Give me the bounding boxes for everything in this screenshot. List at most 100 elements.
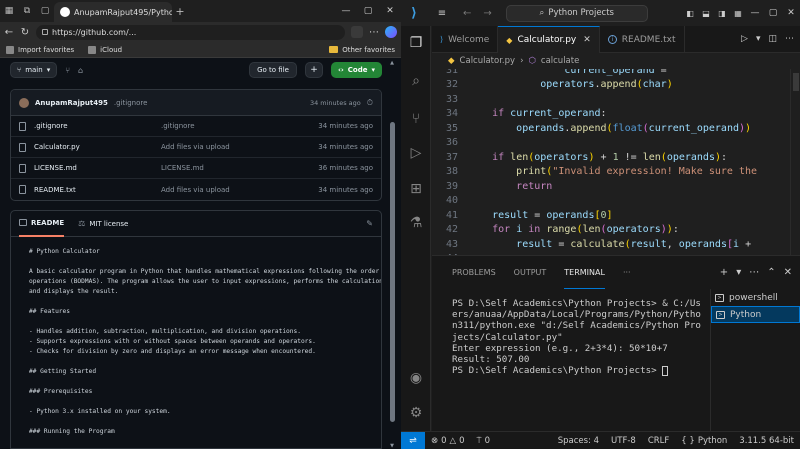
close-icon[interactable]: ✕ (583, 35, 591, 45)
more-tabs-icon[interactable]: ··· (623, 256, 631, 289)
tab-actions-icon[interactable]: ▢ (36, 0, 54, 22)
search-icon[interactable]: ⌕ (407, 72, 425, 90)
code-line[interactable]: 33 (432, 93, 800, 107)
scroll-down-icon[interactable]: ▼ (389, 443, 395, 449)
code-line[interactable]: 31 current_operand = (432, 69, 800, 78)
go-to-file-button[interactable]: Go to file (249, 62, 297, 78)
split-editor-icon[interactable]: ◫ (768, 34, 777, 44)
more-actions-icon[interactable]: ⋯ (785, 34, 794, 44)
code-line[interactable]: 36 (432, 136, 800, 150)
toggle-secondary-sidebar-icon[interactable]: ◨ (714, 9, 730, 18)
workspaces-icon[interactable]: ⧉ (18, 0, 36, 22)
terminal-item-python[interactable]: > Python (711, 306, 800, 323)
chevron-down-icon[interactable]: ▾ (736, 267, 741, 278)
code-line[interactable]: 34 if current_operand: (432, 107, 800, 121)
extension-icon[interactable] (351, 26, 363, 38)
commit-author[interactable]: AnupamRajput495 (35, 99, 108, 107)
minimize-icon[interactable]: — (746, 8, 764, 18)
extensions-icon[interactable]: ⊞ (407, 180, 425, 198)
tab-output[interactable]: OUTPUT (514, 256, 547, 289)
code-line[interactable]: 42 for i in range(len(operators)): (432, 223, 800, 237)
explorer-icon[interactable]: ❐ (407, 34, 425, 52)
close-icon[interactable]: ✕ (379, 0, 401, 22)
manage-gear-icon[interactable]: ⚙ (407, 404, 425, 422)
more-icon[interactable]: ⋯ (369, 27, 379, 38)
editor-scrollbar[interactable] (790, 69, 800, 255)
scroll-up-icon[interactable]: ▲ (389, 60, 395, 66)
url-field[interactable]: https://github.com/... (36, 24, 345, 40)
terminal-item-powershell[interactable]: > powershell (711, 289, 800, 306)
branches-icon[interactable]: ⑂ (65, 66, 70, 75)
customize-layout-icon[interactable]: ▦ (730, 9, 746, 18)
file-commit-message[interactable]: Add files via upload (161, 186, 318, 194)
page-scrollbar[interactable]: ▲ ▼ (388, 60, 396, 449)
maximize-icon[interactable]: ▢ (764, 8, 782, 18)
code-line[interactable]: 37 if len(operators) + 1 != len(operands… (432, 151, 800, 165)
file-name[interactable]: README.txt (34, 186, 161, 194)
tab-terminal[interactable]: TERMINAL (564, 256, 605, 289)
code-line[interactable]: 40 (432, 194, 800, 208)
toggle-sidebar-icon[interactable]: ◧ (682, 9, 698, 18)
indentation-status[interactable]: Spaces: 4 (552, 436, 605, 446)
file-row[interactable]: .gitignore .gitignore 34 minutes ago (11, 116, 381, 137)
add-file-button[interactable]: + (304, 62, 323, 78)
commit-message[interactable]: .gitignore (114, 99, 148, 107)
edit-icon[interactable]: ✎ (366, 219, 373, 228)
copilot-icon[interactable] (385, 26, 397, 38)
breadcrumb-file[interactable]: Calculator.py (460, 56, 516, 66)
tab-welcome[interactable]: ⟩ Welcome (432, 26, 499, 53)
file-row[interactable]: Calculator.py Add files via upload 34 mi… (11, 137, 381, 158)
close-icon[interactable]: ✕ (782, 8, 800, 18)
favorite-icloud[interactable]: iCloud (88, 45, 122, 54)
code-line[interactable]: 41 result = operands[0] (432, 209, 800, 223)
code-line[interactable]: 38 print("Invalid expression! Make sure … (432, 165, 800, 179)
refresh-icon[interactable]: ↻ (20, 27, 30, 38)
favorite-import[interactable]: Import favorites (6, 45, 74, 54)
file-name[interactable]: .gitignore (34, 122, 161, 130)
interpreter-status[interactable]: 3.11.5 64-bit (733, 436, 800, 446)
tab-problems[interactable]: PROBLEMS (452, 256, 496, 289)
tab-calculator[interactable]: ◆ Calculator.py ✕ (498, 26, 600, 53)
file-name[interactable]: LICENSE.md (34, 164, 161, 172)
code-line[interactable]: 43 result = calculate(result, operands[i… (432, 238, 800, 252)
code-line[interactable]: 39 return (432, 180, 800, 194)
run-icon[interactable]: ▷ (741, 34, 748, 44)
code-button[interactable]: ‹› Code ▾ (330, 62, 382, 78)
scrollbar-thumb[interactable] (793, 73, 799, 91)
profile-icon[interactable]: ▦ (0, 0, 18, 22)
maximize-panel-icon[interactable]: ⌃ (767, 267, 775, 278)
code-line[interactable]: 32 operators.append(char) (432, 78, 800, 92)
browser-tab[interactable]: AnupamRajput495/Python-Sma ✕ (54, 2, 172, 22)
terminal-output[interactable]: PS D:\Self Academics\Python Projects> & … (452, 298, 702, 376)
file-row[interactable]: LICENSE.md LICENSE.md 36 minutes ago (11, 158, 381, 179)
encoding-status[interactable]: UTF-8 (605, 436, 642, 446)
file-commit-message[interactable]: LICENSE.md (161, 164, 318, 172)
chevron-down-icon[interactable]: ▾ (756, 34, 761, 44)
maximize-icon[interactable]: ▢ (357, 0, 379, 22)
breadcrumb-symbol[interactable]: calculate (541, 56, 579, 66)
remote-icon[interactable]: ⇌ (401, 431, 425, 449)
tab-license[interactable]: ⚖ MIT license (78, 211, 128, 237)
file-row[interactable]: README.txt Add files via upload 34 minut… (11, 179, 381, 200)
menu-icon[interactable]: ≡ (427, 8, 457, 19)
tab-readme[interactable]: README (19, 211, 65, 237)
tags-icon[interactable]: ⌂ (78, 66, 83, 75)
forward-icon[interactable]: → (483, 8, 491, 19)
eol-status[interactable]: CRLF (642, 436, 675, 446)
minimize-icon[interactable]: — (335, 0, 357, 22)
back-icon[interactable]: ← (4, 27, 14, 38)
close-panel-icon[interactable]: ✕ (784, 267, 792, 278)
problems-status[interactable]: ⊗ 0 △ 0 (425, 436, 471, 446)
more-actions-icon[interactable]: ⋯ (749, 267, 759, 278)
file-name[interactable]: Calculator.py (34, 143, 161, 151)
history-icon[interactable]: ⏱ (367, 98, 373, 108)
tab-readme[interactable]: i README.txt (600, 26, 685, 53)
language-status[interactable]: { } Python (675, 436, 733, 446)
file-commit-message[interactable]: Add files via upload (161, 143, 318, 151)
favorite-other[interactable]: Other favorites (329, 46, 395, 54)
code-editor[interactable]: 31 current_operand = 32 operators.append… (432, 69, 800, 255)
command-center[interactable]: ⌕ Python Projects (505, 4, 648, 22)
run-debug-icon[interactable]: ▷ (407, 144, 425, 162)
ports-status[interactable]: ⍡ 0 (471, 436, 497, 446)
code-line[interactable]: 35 operands.append(float(current_operand… (432, 122, 800, 136)
